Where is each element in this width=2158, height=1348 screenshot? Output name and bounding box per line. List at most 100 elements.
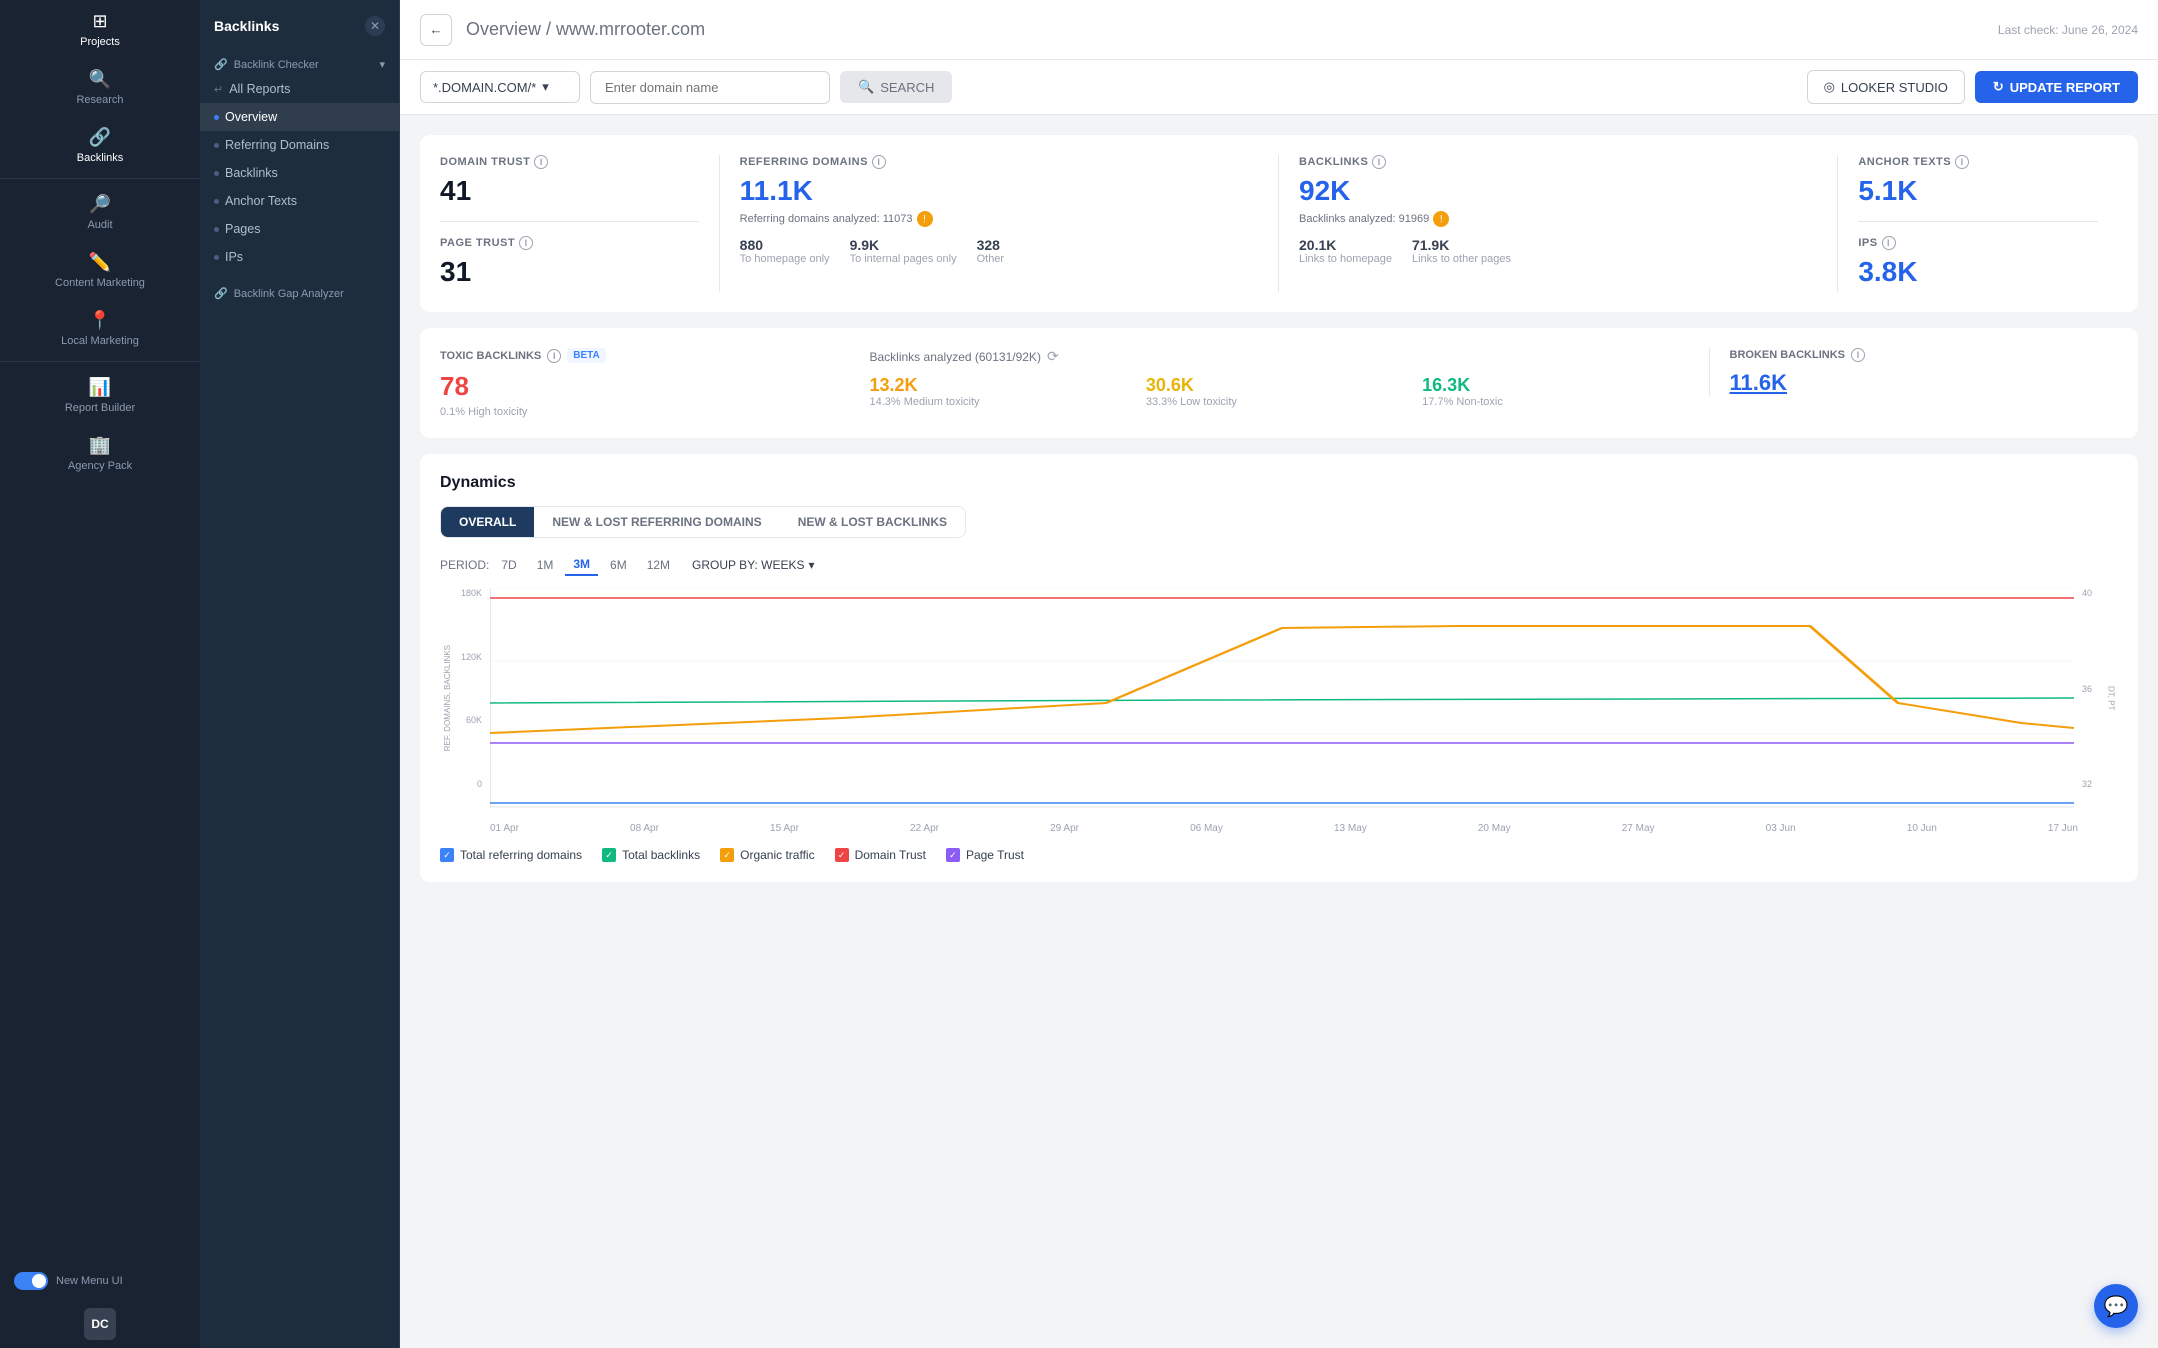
x-label-15apr: 15 Apr	[770, 823, 799, 834]
panel-item-overview[interactable]: Overview	[200, 103, 399, 131]
anchor-texts-info[interactable]: i	[1955, 155, 1969, 169]
toxic-nontoxic-value: 16.3K	[1422, 375, 1688, 396]
period-selector: PERIOD: 7D 1M 3M 6M 12M GROUP BY: WEEKS …	[440, 554, 2118, 576]
y-right-32: 32	[2082, 779, 2092, 789]
ips-info[interactable]: i	[1882, 236, 1896, 250]
back-button[interactable]: ←	[420, 14, 452, 46]
backlinks-icon: 🔗	[89, 126, 111, 148]
toxic-grid: 13.2K 14.3% Medium toxicity 30.6K 33.3% …	[870, 375, 1689, 408]
referring-domains-info[interactable]: i	[872, 155, 886, 169]
legend-label-page-trust: Page Trust	[966, 848, 1024, 862]
sidebar-item-audit[interactable]: 🔎 Audit	[0, 183, 200, 241]
search-input[interactable]	[590, 71, 830, 104]
panel-header: Backlinks ✕	[200, 0, 399, 46]
search-button[interactable]: 🔍 SEARCH	[840, 71, 952, 103]
page-trust-value: 31	[440, 256, 699, 288]
collapse-icon[interactable]: ▾	[379, 58, 385, 71]
period-12m[interactable]: 12M	[639, 555, 678, 575]
dynamics-tabs: OVERALL NEW & LOST REFERRING DOMAINS NEW…	[440, 506, 966, 538]
legend-check-backlinks[interactable]: ✓	[602, 848, 616, 862]
audit-icon: 🔎	[89, 193, 111, 215]
user-row: DC	[0, 1300, 200, 1348]
x-label-06may: 06 May	[1190, 823, 1223, 834]
backlinks-info[interactable]: i	[1372, 155, 1386, 169]
backlinks-info-2[interactable]: !	[1433, 211, 1449, 227]
user-avatar[interactable]: DC	[84, 1308, 116, 1340]
legend-check-domain-trust[interactable]: ✓	[835, 848, 849, 862]
sidebar-item-backlinks[interactable]: 🔗 Backlinks	[0, 116, 200, 174]
stats-card: DOMAIN TRUST i 41 PAGE TRUST i 31	[420, 135, 2138, 312]
period-1m[interactable]: 1M	[529, 555, 562, 575]
domain-selector[interactable]: *.DOMAIN.COM/* ▾	[420, 71, 580, 103]
page-content: DOMAIN TRUST i 41 PAGE TRUST i 31	[400, 115, 2158, 1348]
new-menu-toggle[interactable]	[14, 1272, 48, 1290]
backlinks-analyzed: Backlinks analyzed: 91969 !	[1299, 211, 1817, 227]
update-report-button[interactable]: ↻ UPDATE REPORT	[1975, 71, 2138, 103]
backlinks-other-pages: 71.9K Links to other pages	[1412, 237, 1511, 265]
toxic-high-label: 0.1% High toxicity	[440, 406, 850, 418]
update-label: UPDATE REPORT	[2010, 80, 2120, 95]
panel-item-anchor-texts[interactable]: Anchor Texts	[200, 187, 399, 215]
panel-item-pages[interactable]: Pages	[200, 215, 399, 243]
legend-check-page-trust[interactable]: ✓	[946, 848, 960, 862]
panel-item-backlinks[interactable]: Backlinks	[200, 159, 399, 187]
chart-x-axis: 01 Apr 08 Apr 15 Apr 22 Apr 29 Apr 06 Ma…	[490, 823, 2078, 834]
referring-domains-analyzed: Referring domains analyzed: 11073 !	[740, 211, 1258, 227]
period-3m[interactable]: 3M	[565, 554, 598, 576]
referring-domains-info-2[interactable]: !	[917, 211, 933, 227]
sidebar-item-research[interactable]: 🔍 Research	[0, 58, 200, 116]
sidebar-item-label: Backlinks	[77, 152, 123, 164]
legend-organic-traffic: ✓ Organic traffic	[720, 848, 814, 862]
looker-studio-button[interactable]: ◎ LOOKER STUDIO	[1807, 70, 1965, 104]
broken-value[interactable]: 11.6K	[1730, 370, 2119, 396]
sidebar-item-label: Research	[76, 94, 123, 106]
sidebar-item-label: Agency Pack	[68, 460, 132, 472]
panel-item-all-reports[interactable]: ↵ All Reports	[200, 75, 399, 103]
panel-close-button[interactable]: ✕	[365, 16, 385, 36]
panel-item-ips[interactable]: IPs	[200, 243, 399, 271]
x-label-03jun: 03 Jun	[1766, 823, 1796, 834]
toxic-info[interactable]: i	[547, 349, 561, 363]
toxic-low: 30.6K 33.3% Low toxicity	[1146, 375, 1412, 408]
title-prefix: Overview /	[466, 19, 556, 39]
sidebar-item-content-marketing[interactable]: ✏️ Content Marketing	[0, 241, 200, 299]
back-icon: ←	[429, 22, 442, 37]
legend-check-organic[interactable]: ✓	[720, 848, 734, 862]
referring-domains-value: 11.1K	[740, 175, 1258, 207]
sidebar-item-agency-pack[interactable]: 🏢 Agency Pack	[0, 424, 200, 482]
tab-new-lost-backlinks[interactable]: NEW & LOST BACKLINKS	[780, 507, 965, 537]
page-title: Overview / www.mrrooter.com	[466, 19, 1984, 40]
chat-bubble[interactable]: 💬	[2094, 1284, 2138, 1328]
toxic-broken-card: TOXIC BACKLINKS i BETA 78 0.1% High toxi…	[420, 328, 2138, 438]
title-domain: www.mrrooter.com	[556, 19, 705, 39]
broken-info[interactable]: i	[1851, 348, 1865, 362]
toxic-medium-label: 14.3% Medium toxicity	[870, 396, 1136, 408]
sidebar-item-local-marketing[interactable]: 📍 Local Marketing	[0, 299, 200, 357]
backlink-gap-label: 🔗 Backlink Gap Analyzer	[200, 279, 399, 304]
active-dot	[214, 115, 219, 120]
sidebar-item-projects[interactable]: ⊞ Projects	[0, 0, 200, 58]
panel-item-referring-domains[interactable]: Referring Domains	[200, 131, 399, 159]
legend-label-organic: Organic traffic	[740, 848, 814, 862]
toxic-medium: 13.2K 14.3% Medium toxicity	[870, 375, 1136, 408]
dynamics-chart	[490, 588, 2074, 808]
toxic-nontoxic-label: 17.7% Non-toxic	[1422, 396, 1688, 408]
anchor-texts-value: 5.1K	[1858, 175, 2098, 207]
y-right-36: 36	[2082, 684, 2092, 694]
x-label-10jun: 10 Jun	[1907, 823, 1937, 834]
group-by-selector[interactable]: GROUP BY: WEEKS ▾	[692, 558, 815, 572]
legend-check-referring[interactable]: ✓	[440, 848, 454, 862]
backlinks-value: 92K	[1299, 175, 1817, 207]
chart-wrapper: 180K 120K 60K 0 REF. DOMAINS, BACKLINKS	[440, 588, 2118, 813]
domain-trust-info[interactable]: i	[534, 155, 548, 169]
referring-domains-section: REFERRING DOMAINS i 11.1K Referring doma…	[720, 155, 1279, 292]
period-6m[interactable]: 6M	[602, 555, 635, 575]
referring-domains-label: REFERRING DOMAINS i	[740, 155, 1258, 169]
tab-new-lost-referring[interactable]: NEW & LOST REFERRING DOMAINS	[534, 507, 779, 537]
period-7d[interactable]: 7D	[493, 555, 524, 575]
page-trust-section: PAGE TRUST i 31	[440, 221, 699, 288]
page-trust-info[interactable]: i	[519, 236, 533, 250]
tab-overall[interactable]: OVERALL	[441, 507, 534, 537]
sidebar-item-report-builder[interactable]: 📊 Report Builder	[0, 366, 200, 424]
backlinks-label: BACKLINKS i	[1299, 155, 1817, 169]
